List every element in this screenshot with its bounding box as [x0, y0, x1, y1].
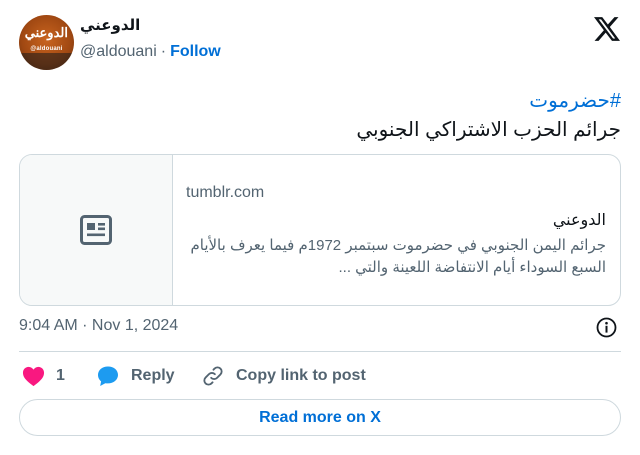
avatar-logo-handle: @aldouani: [30, 46, 63, 52]
author-handle-row: @aldouani · Follow: [80, 43, 221, 61]
post-body: جرائم الحزب الاشتراكي الجنوبي: [356, 119, 621, 141]
author-handle[interactable]: @aldouani: [80, 43, 157, 60]
link-domain: tumblr.com: [186, 184, 265, 201]
follow-button[interactable]: Follow: [170, 43, 221, 60]
heart-icon[interactable]: [22, 364, 45, 388]
reply-icon[interactable]: [96, 364, 120, 388]
info-icon[interactable]: [596, 317, 617, 338]
read-more-button[interactable]: Read more on X: [19, 399, 621, 436]
hashtag-link[interactable]: #حضرموت: [19, 87, 621, 116]
post-timestamp[interactable]: 9:04 AM · Nov 1, 2024: [19, 317, 178, 335]
author-display-name[interactable]: الدوعني: [80, 16, 140, 34]
copy-link-button[interactable]: Copy link to post: [236, 367, 366, 385]
avatar-banner: [19, 53, 74, 70]
like-count[interactable]: 1: [56, 367, 65, 385]
link-title: الدوعني: [552, 212, 606, 229]
embedded-post-card: الدوعني @aldouani الدوعني @aldouani · Foll…: [0, 0, 640, 455]
link-thumbnail: [20, 155, 173, 305]
divider: [19, 351, 621, 352]
article-icon: [80, 215, 112, 245]
link-icon[interactable]: [202, 364, 224, 388]
avatar-logo-text: الدوعني: [24, 26, 68, 41]
separator: ·: [160, 43, 167, 60]
avatar[interactable]: الدوعني @aldouani: [19, 15, 74, 70]
link-preview-card[interactable]: tumblr.com الدوعني جرائم اليمن الجنوبي ف…: [19, 154, 621, 306]
x-logo-icon[interactable]: [594, 17, 620, 41]
post-text: #حضرموت جرائم الحزب الاشتراكي الجنوبي: [19, 87, 621, 145]
reply-button[interactable]: Reply: [131, 367, 175, 385]
link-description: جرائم اليمن الجنوبي في حضرموت سبتمبر 197…: [190, 237, 606, 276]
